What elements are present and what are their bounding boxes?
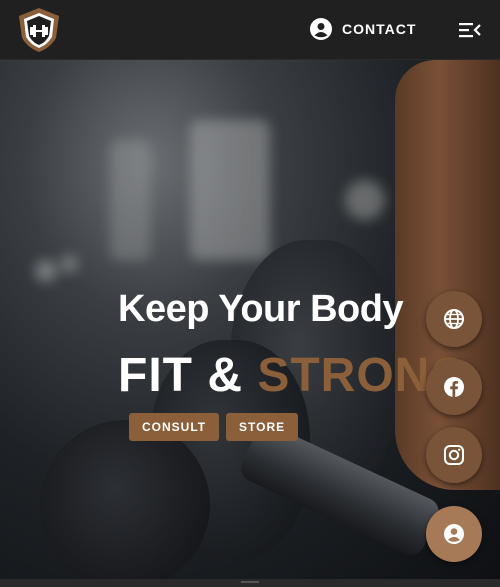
user-profile-button[interactable] — [426, 506, 482, 562]
top-navbar: CONTACT — [0, 0, 500, 60]
globe-icon — [444, 309, 464, 329]
hero-title-white: FIT & — [118, 349, 258, 402]
consult-button[interactable]: CONSULT — [129, 413, 220, 441]
background-light — [35, 260, 57, 282]
contact-link[interactable]: CONTACT — [310, 18, 416, 40]
dumbbell-shield-logo[interactable] — [16, 6, 62, 54]
hero-title-line1: Keep Your Body — [118, 288, 404, 330]
facebook-icon — [444, 377, 464, 397]
background-light — [110, 140, 150, 260]
hero-banner: Keep Your Body FIT & STRONG CONSULT STOR… — [0, 60, 500, 579]
instagram-button[interactable] — [426, 427, 482, 483]
bottom-scroll-bar — [0, 579, 500, 587]
hero-title-line2: FIT & STRONG — [118, 348, 469, 403]
instagram-icon — [444, 445, 464, 465]
user-circle-icon — [310, 18, 332, 40]
user-icon — [444, 524, 464, 544]
scroll-handle[interactable] — [241, 581, 259, 583]
menu-toggle-button[interactable] — [458, 20, 482, 40]
background-light — [60, 255, 78, 273]
background-light — [190, 120, 270, 260]
facebook-button[interactable] — [426, 359, 482, 415]
contact-label: CONTACT — [342, 21, 417, 37]
background-light — [345, 180, 385, 220]
menu-arrow-icon — [459, 23, 481, 38]
globe-button[interactable] — [426, 291, 482, 347]
dumbbell-plate — [40, 420, 210, 579]
arm-silhouette — [395, 60, 500, 490]
store-button[interactable]: STORE — [226, 413, 299, 441]
